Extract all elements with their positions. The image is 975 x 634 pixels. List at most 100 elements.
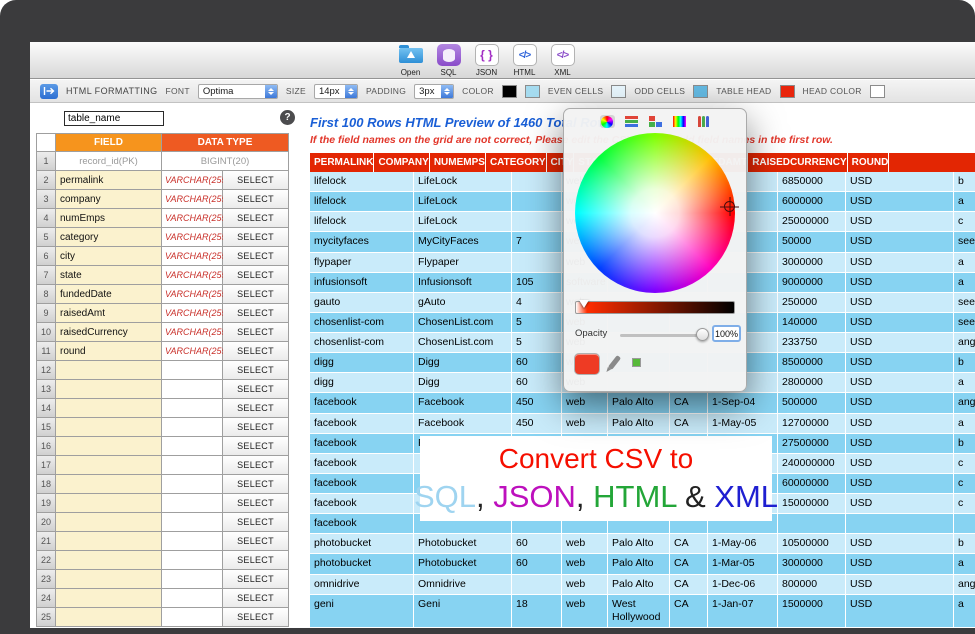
field-grid-row: 13 SELECT (37, 380, 289, 399)
type-select-button[interactable]: SELECT (223, 361, 289, 380)
field-name-cell[interactable]: company (56, 190, 162, 209)
type-select-button[interactable]: SELECT (223, 247, 289, 266)
field-name-cell[interactable]: numEmps (56, 209, 162, 228)
formatting-bar-title: HTML FORMATTING (66, 86, 158, 96)
opacity-value-field[interactable]: 100% (712, 325, 741, 342)
type-select-button[interactable]: SELECT (223, 380, 289, 399)
type-select-button[interactable]: SELECT (223, 171, 289, 190)
type-select-button[interactable]: SELECT (223, 494, 289, 513)
even-cells-swatch[interactable] (525, 85, 540, 98)
cell-numemps: 450 (512, 393, 562, 413)
sidebar-toggle-icon[interactable] (40, 84, 58, 99)
cell-fundeddate: 1-Jan-07 (708, 595, 778, 628)
field-name-cell[interactable]: round (56, 342, 162, 361)
field-name-cell[interactable] (56, 475, 162, 494)
head-color-swatch[interactable] (780, 85, 795, 98)
type-select-button[interactable]: SELECT (223, 570, 289, 589)
text-color-swatch[interactable] (502, 85, 517, 98)
field-type-cell (162, 475, 223, 494)
font-select[interactable]: Optima (198, 84, 278, 99)
field-name-cell[interactable] (56, 589, 162, 608)
eyedropper-icon[interactable] (608, 355, 621, 370)
field-name-cell[interactable] (56, 532, 162, 551)
field-name-cell[interactable]: state (56, 266, 162, 285)
cell-city: Palo Alto (608, 414, 670, 434)
type-select-button[interactable]: SELECT (223, 532, 289, 551)
field-type-cell (162, 399, 223, 418)
saved-color-swatch[interactable] (632, 358, 641, 367)
brightness-slider-thumb[interactable] (579, 300, 589, 308)
padding-select[interactable]: 3px (414, 84, 454, 99)
type-select-button[interactable]: SELECT (223, 437, 289, 456)
cell-raisedamt: 8500000 (778, 353, 846, 373)
cell-company: Geni (414, 595, 512, 628)
field-name-cell[interactable] (56, 513, 162, 532)
help-icon[interactable]: ? (280, 110, 295, 125)
field-name-cell[interactable] (56, 608, 162, 627)
type-select-button[interactable]: SELECT (223, 342, 289, 361)
type-select-button[interactable]: SELECT (223, 475, 289, 494)
xml-export-button[interactable]: </> XML (551, 44, 575, 77)
brightness-slider[interactable] (575, 301, 735, 314)
image-palettes-tab-icon[interactable] (672, 115, 687, 128)
type-select-button[interactable]: SELECT (223, 608, 289, 627)
pk-field-cell: record_id(PK) (56, 152, 162, 171)
html-button-label: HTML (514, 68, 536, 77)
field-name-cell[interactable]: city (56, 247, 162, 266)
odd-cells-swatch[interactable] (611, 85, 626, 98)
field-name-cell[interactable]: raisedAmt (56, 304, 162, 323)
open-button[interactable]: Open (399, 44, 423, 77)
table-head-swatch[interactable] (693, 85, 708, 98)
field-name-cell[interactable] (56, 361, 162, 380)
type-select-button[interactable]: SELECT (223, 266, 289, 285)
opacity-slider-thumb[interactable] (696, 328, 709, 341)
field-name-cell[interactable] (56, 437, 162, 456)
field-name-cell[interactable] (56, 551, 162, 570)
json-export-button[interactable]: { } JSON (475, 44, 499, 77)
column-header: ROUND (848, 153, 890, 172)
field-name-cell[interactable] (56, 418, 162, 437)
font-select-value: Optima (203, 86, 234, 97)
current-color-swatch[interactable] (574, 353, 600, 375)
color-wheel-tab-icon[interactable] (600, 115, 615, 128)
field-name-cell[interactable]: category (56, 228, 162, 247)
cell-raisedcurrency: USD (846, 534, 954, 554)
cell-company: Digg (414, 353, 512, 373)
type-select-button[interactable]: SELECT (223, 456, 289, 475)
opacity-slider-track[interactable] (620, 334, 702, 337)
type-select-button[interactable]: SELECT (223, 209, 289, 228)
type-select-button[interactable]: SELECT (223, 418, 289, 437)
field-name-cell[interactable] (56, 570, 162, 589)
field-name-cell[interactable] (56, 494, 162, 513)
field-name-cell[interactable] (56, 380, 162, 399)
extra-color-swatch[interactable] (870, 85, 885, 98)
table-row: facebook Facebook 450 web Palo Alto CA 1… (310, 414, 975, 434)
type-select-button[interactable]: SELECT (223, 190, 289, 209)
type-select-button[interactable]: SELECT (223, 285, 289, 304)
field-name-cell[interactable]: fundedDate (56, 285, 162, 304)
html-export-button[interactable]: </> HTML (513, 44, 537, 77)
type-select-button[interactable]: SELECT (223, 513, 289, 532)
type-select-button[interactable]: SELECT (223, 551, 289, 570)
color-sliders-tab-icon[interactable] (624, 115, 639, 128)
table-name-input[interactable] (64, 111, 164, 126)
type-select-button[interactable]: SELECT (223, 323, 289, 342)
color-wheel-crosshair[interactable] (724, 201, 735, 212)
type-select-button[interactable]: SELECT (223, 304, 289, 323)
field-name-cell[interactable] (56, 456, 162, 475)
color-wheel[interactable] (575, 133, 735, 293)
size-select[interactable]: 14px (314, 84, 358, 99)
field-name-cell[interactable]: permalink (56, 171, 162, 190)
field-grid-row: 5 category VARCHAR(255) SELECT (37, 228, 289, 247)
watermark-line1: Convert CSV to (499, 443, 694, 475)
field-name-cell[interactable] (56, 399, 162, 418)
color-palettes-tab-icon[interactable] (648, 115, 663, 128)
type-select-button[interactable]: SELECT (223, 589, 289, 608)
cell-numemps: 5 (512, 313, 562, 333)
sql-export-button[interactable]: SQL (437, 44, 461, 77)
type-select-button[interactable]: SELECT (223, 228, 289, 247)
cell-raisedamt: 10500000 (778, 534, 846, 554)
field-name-cell[interactable]: raisedCurrency (56, 323, 162, 342)
type-select-button[interactable]: SELECT (223, 399, 289, 418)
pencils-tab-icon[interactable] (696, 115, 711, 128)
